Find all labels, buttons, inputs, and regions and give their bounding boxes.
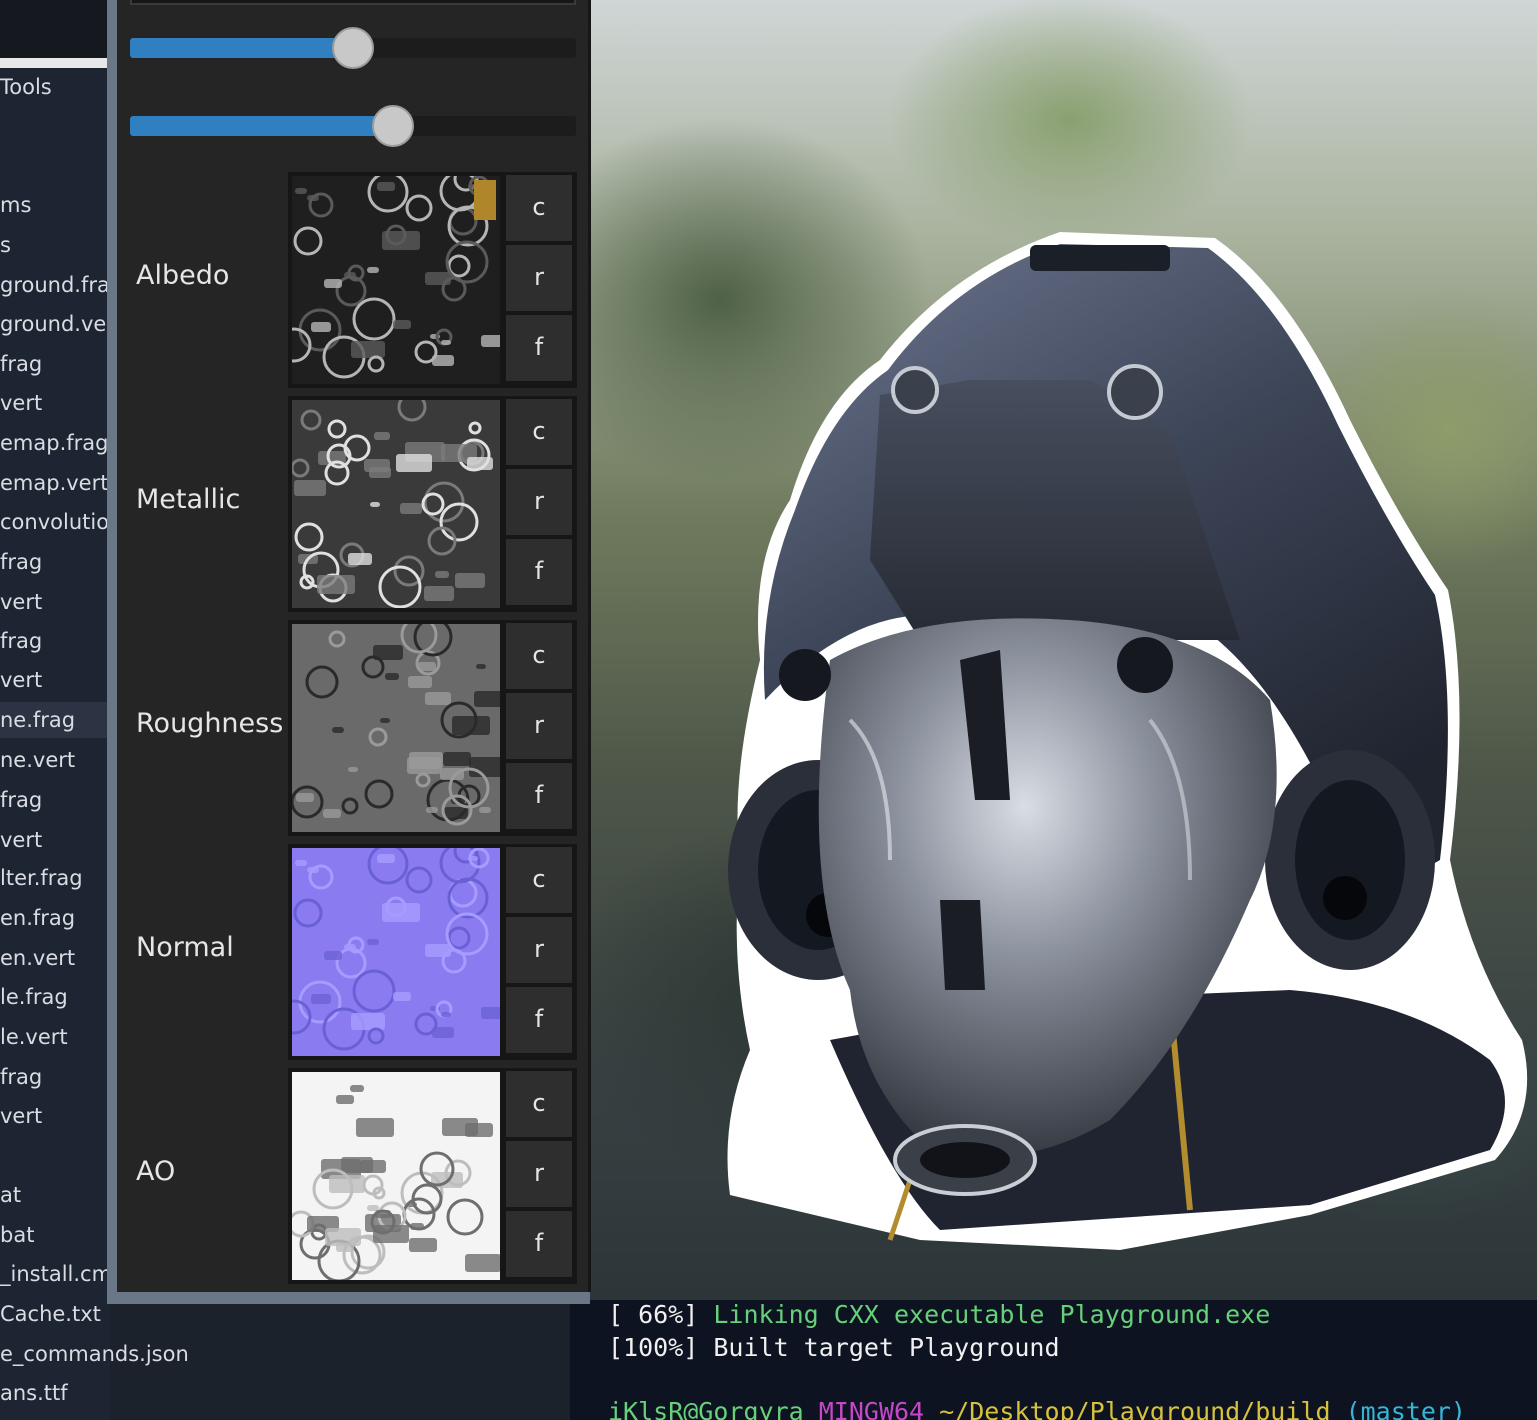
explorer-item[interactable]: s bbox=[0, 227, 110, 263]
material-row-metallic: Metallic c r f bbox=[117, 396, 577, 612]
material-label-normal: Normal bbox=[136, 932, 234, 963]
texture-thumbnail-albedo[interactable] bbox=[288, 172, 504, 388]
explorer-item[interactable]: le.frag bbox=[0, 979, 110, 1015]
normal-reload-button[interactable]: r bbox=[506, 917, 572, 983]
texture-thumbnail-metallic[interactable] bbox=[288, 396, 504, 612]
prompt-path: ~/Desktop/Playground/build bbox=[939, 1397, 1331, 1420]
texture-button-group-ao: crf bbox=[503, 1068, 577, 1284]
metallic-reload-button[interactable]: r bbox=[506, 469, 572, 535]
material-row-roughness: Roughness c r f bbox=[117, 620, 577, 836]
normal-change-button[interactable]: c bbox=[506, 847, 572, 913]
slider-1[interactable] bbox=[130, 27, 576, 69]
ao-flip-button[interactable]: f bbox=[506, 1211, 572, 1277]
terminal-progress: [ 66%] bbox=[608, 1300, 714, 1329]
explorer-header bbox=[0, 0, 110, 58]
slider-1-fill bbox=[130, 38, 353, 58]
ao-reload-button[interactable]: r bbox=[506, 1141, 572, 1207]
explorer-item[interactable]: ne.vert bbox=[0, 742, 110, 778]
texture-thumbnail-normal[interactable] bbox=[288, 844, 504, 1060]
explorer-item[interactable]: emap.vert bbox=[0, 465, 110, 501]
metallic-change-button[interactable]: c bbox=[506, 399, 572, 465]
render-viewport[interactable] bbox=[590, 0, 1537, 1300]
explorer-item[interactable]: vert bbox=[0, 1098, 110, 1134]
explorer-item[interactable]: Cache.txt bbox=[0, 1300, 101, 1332]
slider-2-handle[interactable] bbox=[372, 105, 414, 147]
terminal-line-link: [ 66%] Linking CXX executable Playground… bbox=[608, 1300, 1270, 1329]
roughness-flip-button[interactable]: f bbox=[506, 763, 572, 829]
material-label-albedo: Albedo bbox=[136, 260, 230, 291]
metallic-flip-button[interactable]: f bbox=[506, 539, 572, 605]
explorer-item[interactable]: ground.fra bbox=[0, 267, 110, 303]
explorer-item[interactable]: le.vert bbox=[0, 1019, 110, 1055]
material-label-roughness: Roughness bbox=[136, 708, 284, 739]
explorer-item[interactable]: frag bbox=[0, 623, 110, 659]
explorer-item[interactable]: lter.frag bbox=[0, 860, 110, 896]
panel-border bbox=[588, 0, 591, 1292]
explorer-item[interactable]: frag bbox=[0, 1059, 110, 1095]
material-row-ao: AO c r f bbox=[117, 1068, 577, 1284]
texture-thumbnail-roughness[interactable] bbox=[288, 620, 504, 836]
panel-top-field[interactable] bbox=[130, 0, 576, 5]
terminal-line-built: [100%] Built target Playground bbox=[608, 1333, 1060, 1362]
slider-2-fill bbox=[130, 116, 393, 136]
texture-button-group-metallic: crf bbox=[503, 396, 577, 612]
material-row-albedo: Albedo c r f bbox=[117, 172, 577, 388]
explorer-item[interactable]: e_commands.json bbox=[0, 1336, 189, 1372]
explorer-item[interactable]: vert bbox=[0, 822, 110, 858]
texture-thumbnail-ao[interactable] bbox=[288, 1068, 504, 1284]
terminal[interactable]: [ 66%] Linking CXX executable Playground… bbox=[570, 1300, 1537, 1420]
explorer-item[interactable]: ne.frag bbox=[0, 702, 110, 738]
terminal-link-message: Linking CXX executable Playground.exe bbox=[713, 1300, 1271, 1329]
texture-button-group-albedo: crf bbox=[503, 172, 577, 388]
material-label-metallic: Metallic bbox=[136, 484, 241, 515]
explorer-item[interactable]: vert bbox=[0, 584, 110, 620]
explorer-item[interactable]: Tools bbox=[0, 69, 110, 105]
normal-flip-button[interactable]: f bbox=[506, 987, 572, 1053]
prompt-env: MINGW64 bbox=[818, 1397, 925, 1420]
material-label-ao: AO bbox=[136, 1156, 176, 1187]
roughness-change-button[interactable]: c bbox=[506, 623, 572, 689]
ao-change-button[interactable]: c bbox=[506, 1071, 572, 1137]
explorer-item[interactable]: frag bbox=[0, 544, 110, 580]
prompt-user: iKlsR@Gorgyra bbox=[608, 1397, 804, 1420]
slider-1-handle[interactable] bbox=[332, 27, 374, 69]
explorer-tab-strip bbox=[0, 58, 110, 68]
helmet-model-render bbox=[727, 232, 1528, 1250]
explorer-item[interactable]: ms bbox=[0, 187, 110, 223]
albedo-reload-button[interactable]: r bbox=[506, 245, 572, 311]
explorer-item[interactable]: vert bbox=[0, 385, 110, 421]
explorer-item[interactable]: en.vert bbox=[0, 940, 110, 976]
explorer-list-bottom: Cache.txt e_commands.json ans.ttf bbox=[0, 1300, 600, 1420]
terminal-prompt: iKlsR@Gorgyra MINGW64 ~/Desktop/Playgrou… bbox=[608, 1397, 1466, 1420]
prompt-branch: (master) bbox=[1345, 1397, 1466, 1420]
explorer-item[interactable]: emap.frag bbox=[0, 425, 110, 461]
explorer-item[interactable]: bat bbox=[0, 1217, 110, 1253]
explorer-item[interactable]: ground.ver bbox=[0, 306, 110, 342]
file-explorer: Tools ms s ground.fra ground.ver frag vert emap… bbox=[0, 0, 110, 1420]
explorer-item[interactable]: frag bbox=[0, 346, 110, 382]
explorer-item[interactable]: vert bbox=[0, 662, 110, 698]
roughness-reload-button[interactable]: r bbox=[506, 693, 572, 759]
explorer-item[interactable]: convolutio bbox=[0, 504, 110, 540]
albedo-change-button[interactable]: c bbox=[506, 175, 572, 241]
explorer-item[interactable]: en.frag bbox=[0, 900, 110, 936]
explorer-item[interactable]: ans.ttf bbox=[0, 1375, 68, 1411]
albedo-flip-button[interactable]: f bbox=[506, 315, 572, 381]
texture-button-group-roughness: crf bbox=[503, 620, 577, 836]
material-row-normal: Normal c r f bbox=[117, 844, 577, 1060]
explorer-item[interactable]: frag bbox=[0, 782, 110, 818]
explorer-item[interactable]: at bbox=[0, 1177, 110, 1213]
texture-button-group-normal: crf bbox=[503, 844, 577, 1060]
slider-2[interactable] bbox=[130, 105, 576, 147]
explorer-item[interactable]: _install.cma bbox=[0, 1256, 110, 1292]
